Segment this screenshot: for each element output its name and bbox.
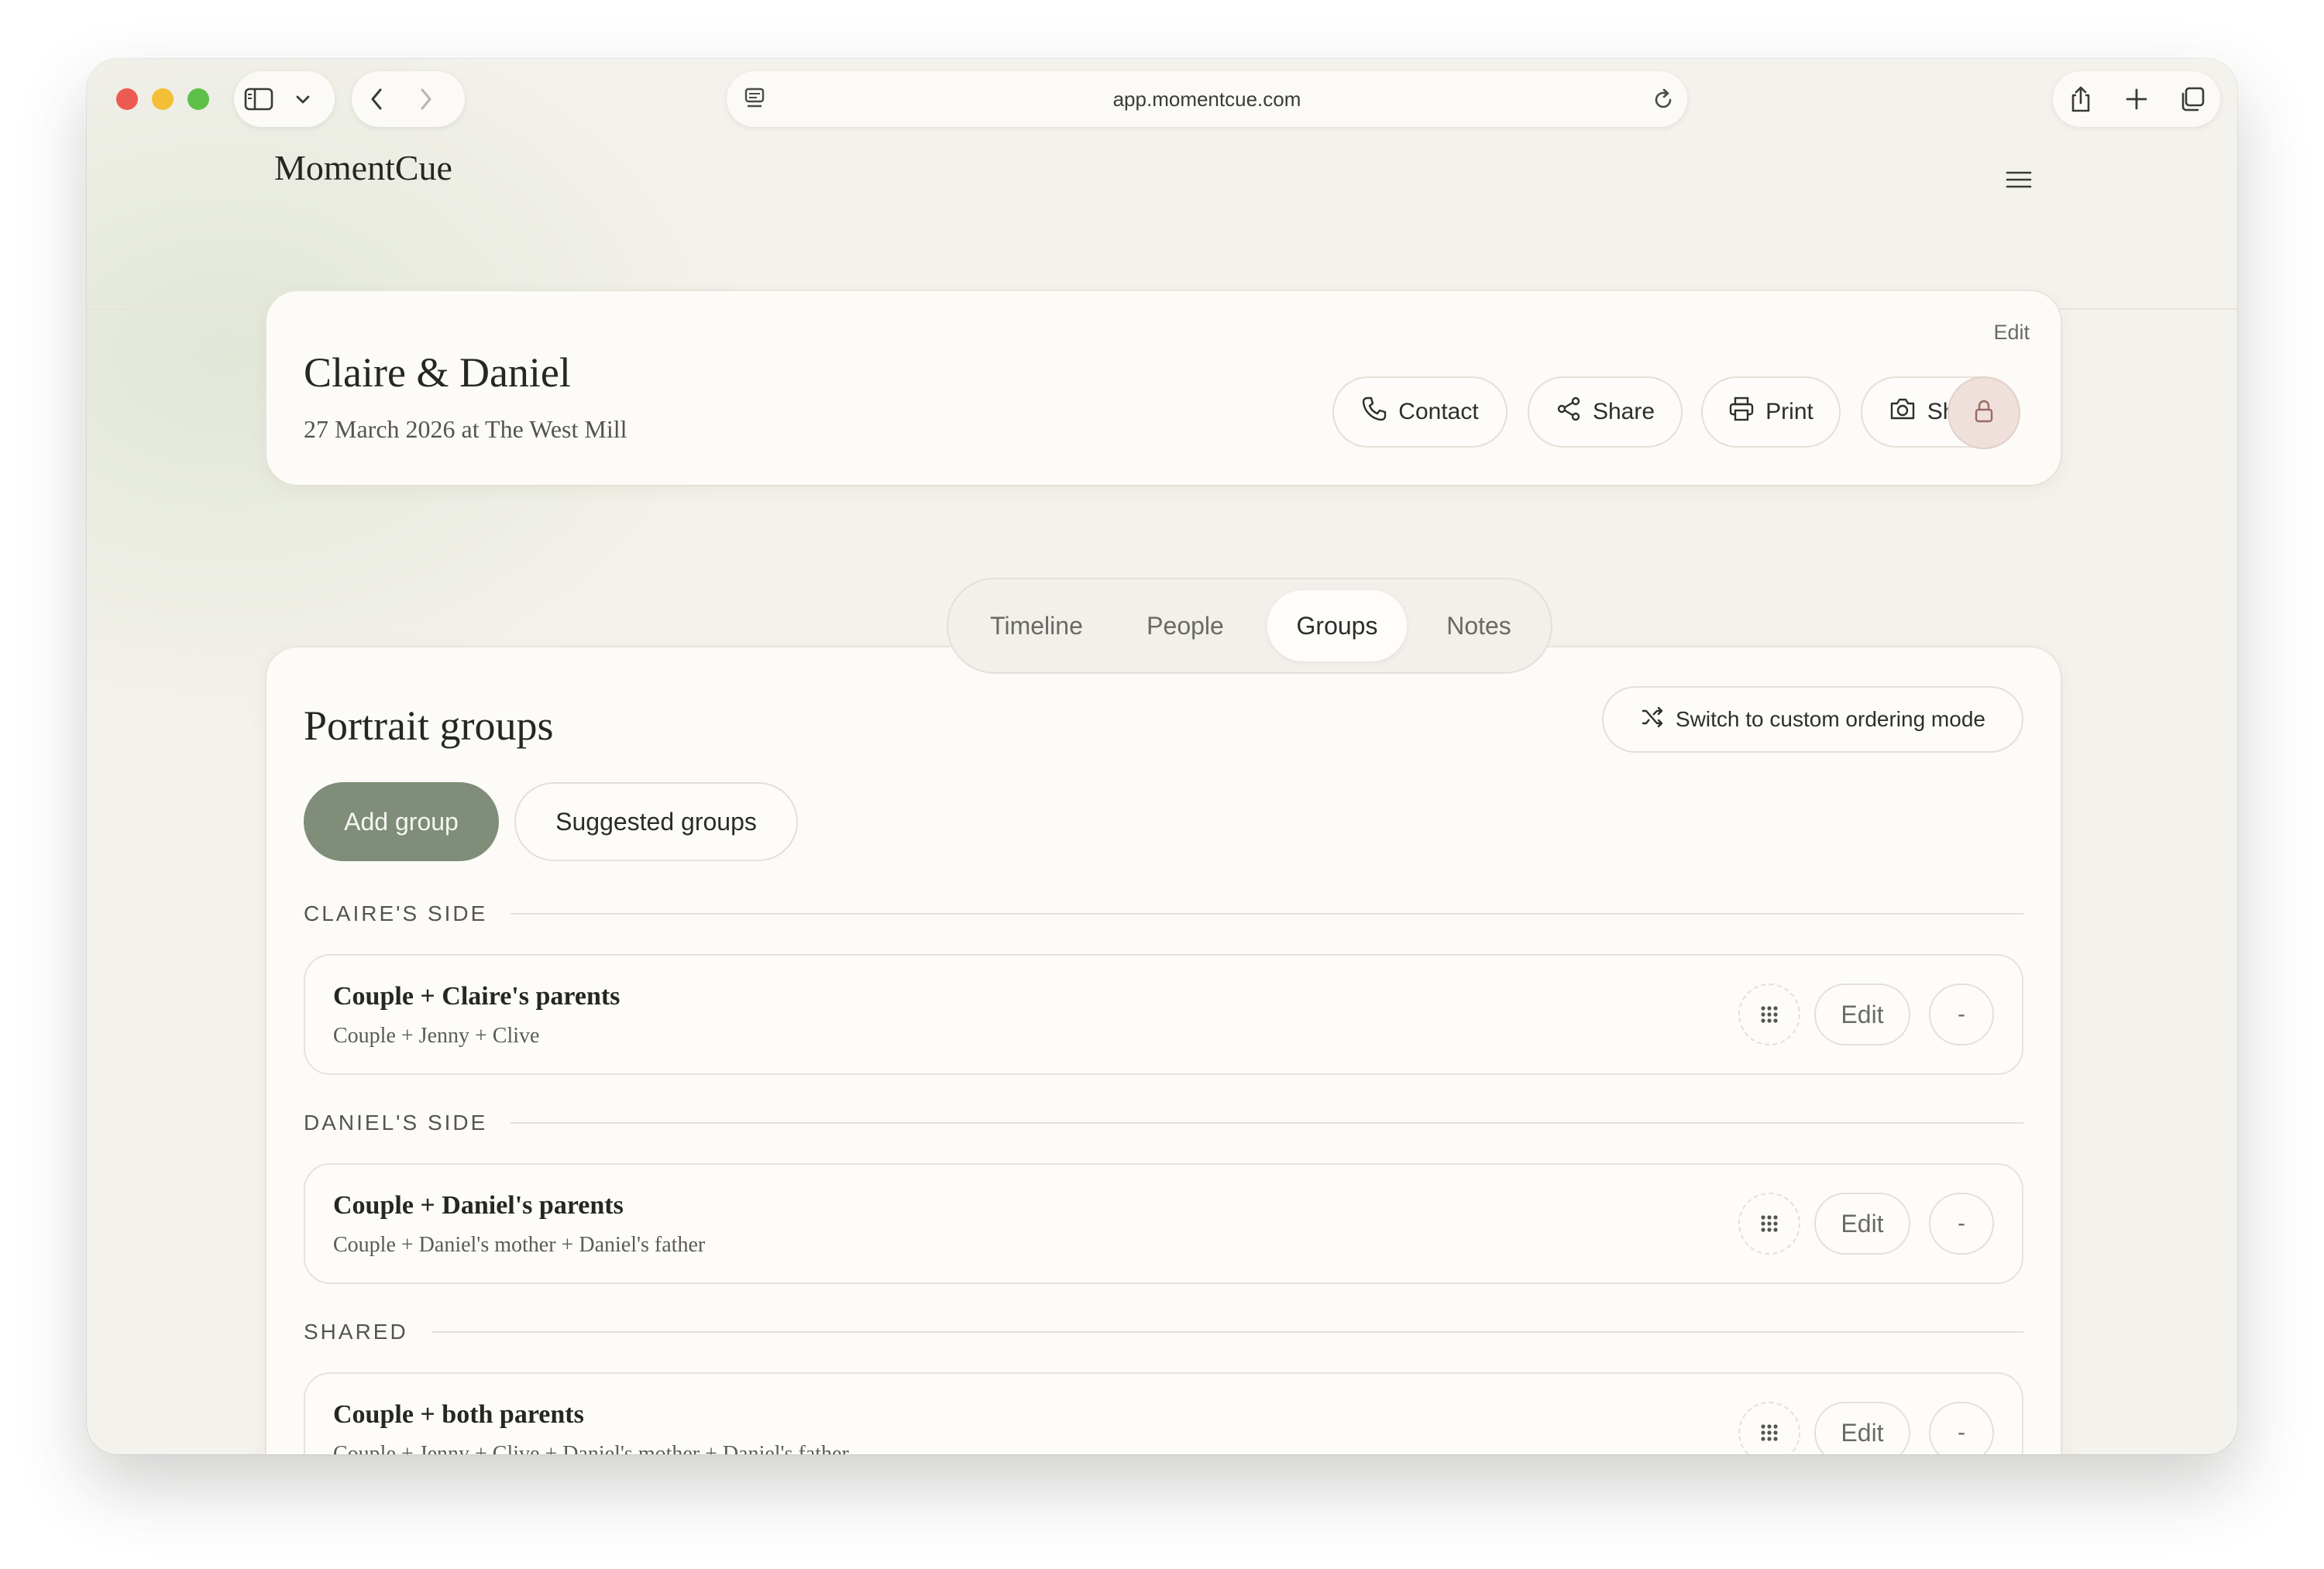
event-header-card: Claire & Daniel 27 March 2026 at The Wes… — [266, 291, 2061, 485]
section-label: SHARED — [304, 1320, 408, 1344]
address-bar[interactable]: app.momentcue.com — [727, 71, 1687, 127]
url-text: app.momentcue.com — [1112, 87, 1301, 111]
browser-toolbar: app.momentcue.com — [87, 59, 2237, 141]
group-row[interactable]: Couple + both parents Couple + Jenny + C… — [304, 1372, 2023, 1454]
sidebar-toggle-group — [234, 71, 335, 127]
drag-handle-icon[interactable] — [1738, 984, 1800, 1045]
app-logo[interactable]: MomentCue — [274, 147, 452, 188]
contact-button[interactable]: Contact — [1332, 376, 1508, 448]
sidebar-icon[interactable] — [234, 71, 284, 127]
chevron-down-icon[interactable] — [284, 71, 322, 127]
event-date-venue: 27 March 2026 at The West Mill — [304, 415, 627, 443]
drag-handle-icon[interactable] — [1738, 1193, 1800, 1255]
edit-event-link[interactable]: Edit — [1993, 321, 2030, 345]
group-members: Couple + Jenny + Clive — [333, 1024, 540, 1048]
view-tabs: Timeline People Groups Notes — [947, 578, 1552, 674]
section-header: CLAIRE'S SIDE — [304, 898, 2023, 929]
contact-label: Contact — [1398, 399, 1479, 424]
group-name: Couple + Daniel's parents — [333, 1191, 624, 1220]
group-name: Couple + both parents — [333, 1400, 584, 1429]
suggested-groups-button[interactable]: Suggested groups — [514, 782, 798, 861]
tab-notes[interactable]: Notes — [1421, 590, 1537, 661]
section-header: SHARED — [304, 1317, 2023, 1348]
tab-groups[interactable]: Groups — [1267, 590, 1407, 661]
print-button[interactable]: Print — [1701, 376, 1841, 448]
drag-handle-icon[interactable] — [1738, 1402, 1800, 1454]
groups-title: Portrait groups — [304, 702, 554, 749]
add-group-button[interactable]: Add group — [304, 782, 499, 861]
tab-overview-icon[interactable] — [2169, 71, 2216, 127]
share-page-icon[interactable] — [2058, 71, 2104, 127]
section-header: DANIEL'S SIDE — [304, 1107, 2023, 1138]
close-window-button[interactable] — [116, 88, 138, 110]
print-label: Print — [1765, 399, 1813, 424]
switch-ordering-label: Switch to custom ordering mode — [1676, 707, 1985, 731]
portrait-groups-card: Portrait groups Switch to custom orderin… — [266, 647, 2061, 1454]
group-row[interactable]: Couple + Daniel's parents Couple + Danie… — [304, 1163, 2023, 1284]
browser-actions-group — [2053, 71, 2220, 127]
camera-icon — [1889, 397, 1917, 427]
share-label: Share — [1592, 399, 1655, 424]
printer-icon — [1728, 396, 1755, 428]
section-label: DANIEL'S SIDE — [304, 1111, 488, 1135]
remove-group-button[interactable]: - — [1929, 984, 1994, 1045]
shuffle-icon — [1640, 706, 1665, 734]
remove-group-button[interactable]: - — [1929, 1402, 1994, 1454]
history-nav-group — [352, 71, 465, 127]
forward-icon[interactable] — [401, 71, 451, 127]
section-label: CLAIRE'S SIDE — [304, 901, 488, 925]
page-menu-icon[interactable] — [744, 87, 765, 115]
back-icon[interactable] — [352, 71, 401, 127]
hamburger-menu-icon[interactable] — [2003, 164, 2034, 195]
tab-timeline[interactable]: Timeline — [968, 590, 1105, 661]
edit-group-button[interactable]: Edit — [1814, 1402, 1910, 1454]
group-members: Couple + Jenny + Clive + Daniel's mother… — [333, 1442, 849, 1454]
group-row[interactable]: Couple + Claire's parents Couple + Jenny… — [304, 954, 2023, 1075]
share-icon — [1556, 396, 1582, 428]
lock-icon — [1973, 399, 1995, 427]
minimize-window-button[interactable] — [152, 88, 174, 110]
section-divider — [431, 1331, 2023, 1333]
lock-button[interactable] — [1948, 376, 2020, 449]
group-name: Couple + Claire's parents — [333, 982, 621, 1011]
section-divider — [511, 1122, 2023, 1124]
edit-group-button[interactable]: Edit — [1814, 984, 1910, 1045]
group-members: Couple + Daniel's mother + Daniel's fath… — [333, 1233, 706, 1257]
edit-group-button[interactable]: Edit — [1814, 1193, 1910, 1255]
tab-people[interactable]: People — [1123, 590, 1247, 661]
switch-ordering-mode-button[interactable]: Switch to custom ordering mode — [1602, 686, 2023, 753]
phone-icon — [1361, 396, 1387, 428]
zoom-window-button[interactable] — [187, 88, 209, 110]
remove-group-button[interactable]: - — [1929, 1193, 1994, 1255]
share-button[interactable]: Share — [1528, 376, 1683, 448]
reload-icon[interactable] — [1652, 87, 1675, 115]
new-tab-icon[interactable] — [2113, 71, 2160, 127]
browser-window: app.momentcue.com MomentCue Claire & Dan… — [87, 59, 2237, 1454]
event-title: Claire & Daniel — [304, 349, 571, 396]
section-divider — [511, 913, 2023, 915]
